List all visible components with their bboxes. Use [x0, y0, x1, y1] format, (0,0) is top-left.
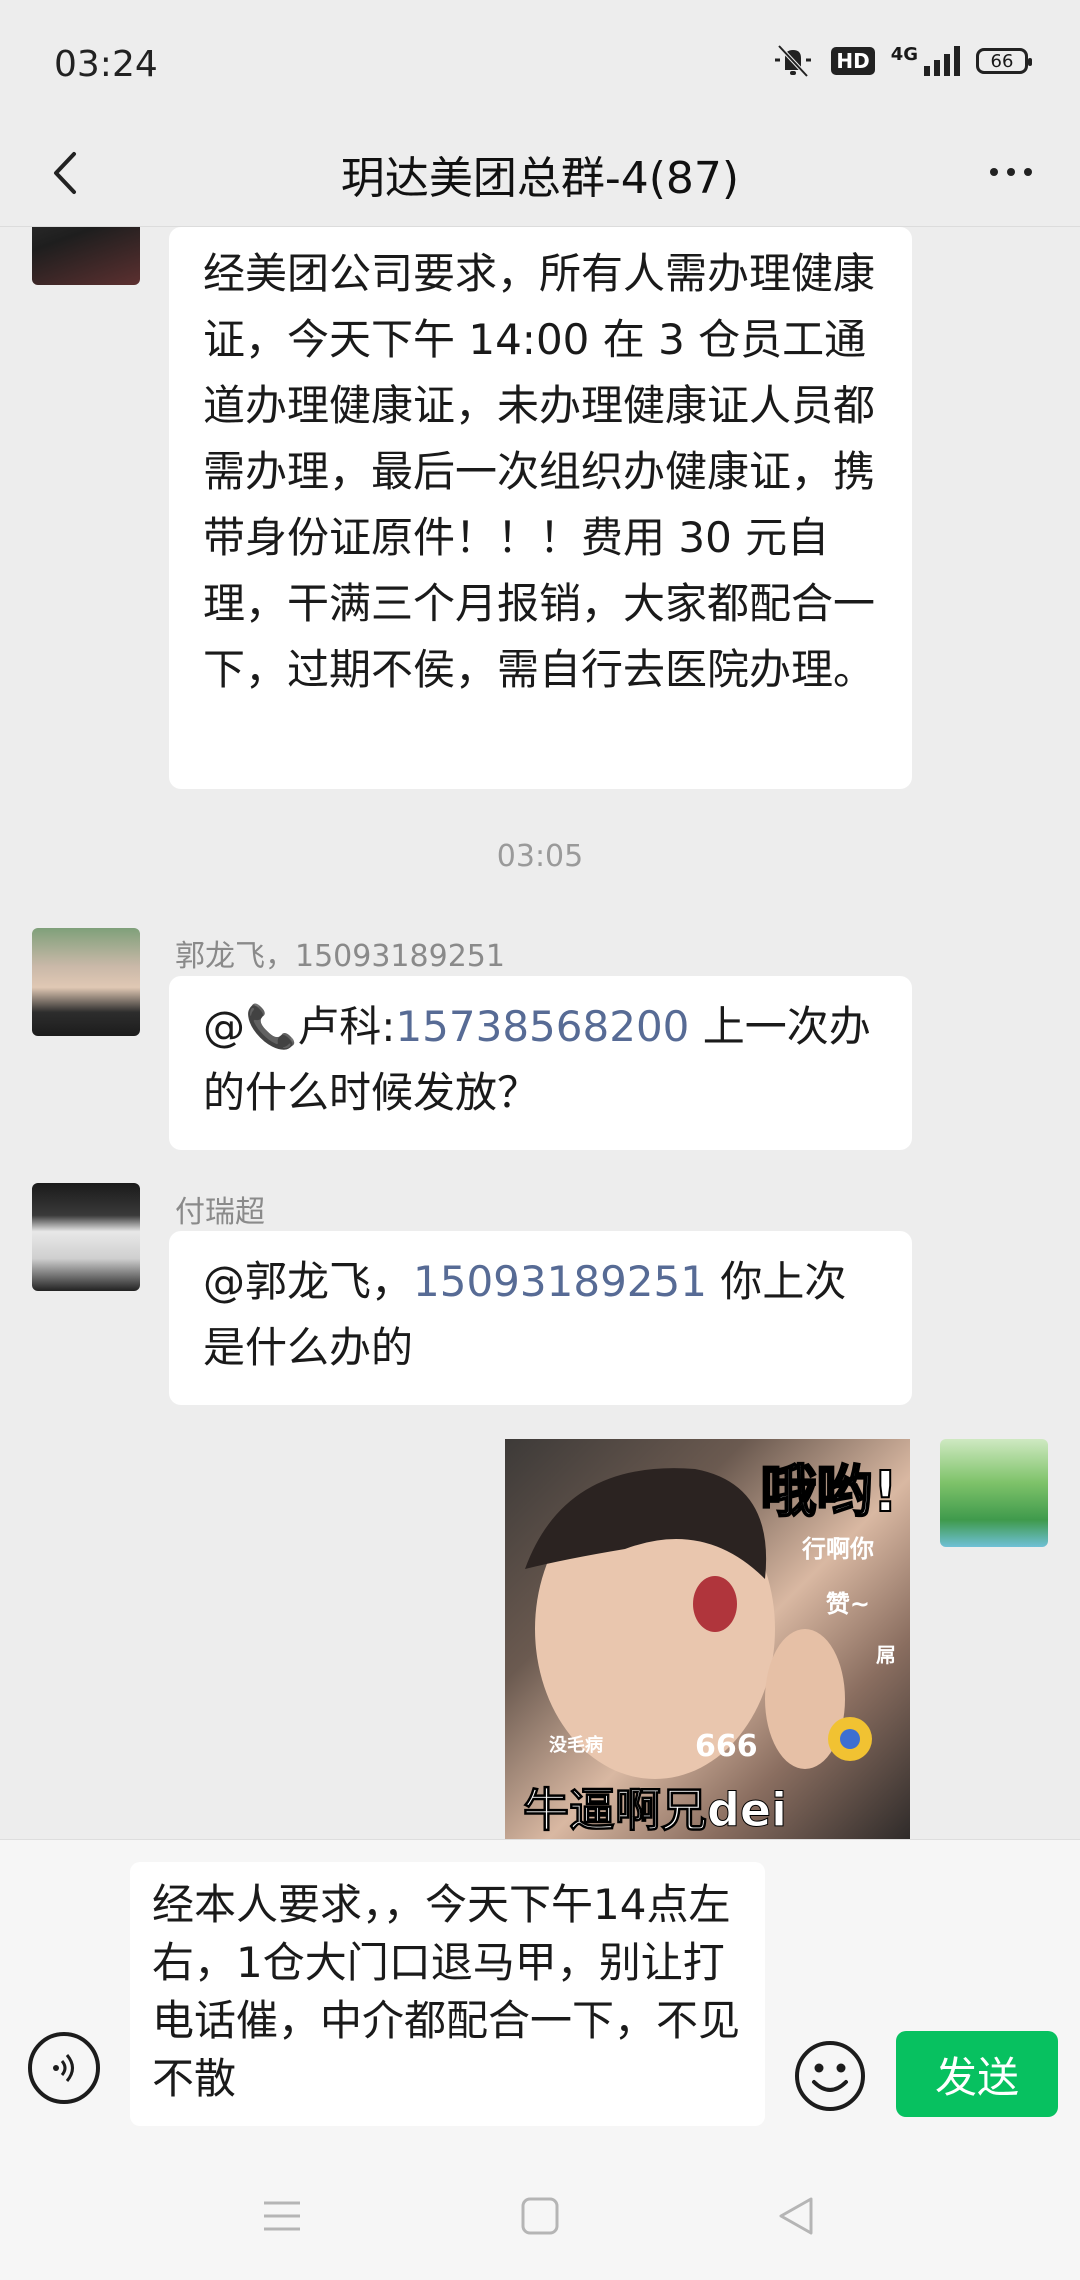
status-bar: 03:24 HD 4G 66 [0, 0, 1080, 130]
sticker-image[interactable]: 哦哟! 行啊你 赞~ 屌 没毛病 666 牛逼啊兄dei [505, 1439, 910, 1839]
message-bubble[interactable]: 经美团公司要求，所有人需办理健康证，今天下午 14:00 在 3 仓员工通道办理… [169, 227, 912, 789]
title-bar: 玥达美团总群-4(87) [0, 120, 1080, 227]
hd-icon: HD [831, 47, 875, 75]
nav-back-button[interactable] [766, 2186, 826, 2246]
sender-name: 付瑞超 [175, 1195, 265, 1230]
timestamp: 03:05 [496, 839, 584, 874]
back-triangle-icon [779, 2197, 813, 2235]
avatar[interactable] [32, 1183, 140, 1291]
sticker-line1: 行啊你 [802, 1535, 874, 1563]
input-bar: 经本人要求，，今天下午14点左右，1仓大门口退马甲，别让打电话催，中介都配合一下… [0, 1839, 1080, 2146]
battery-icon: 66 [976, 48, 1032, 74]
sticker-line3: 屌 [876, 1643, 896, 1667]
emoji-button[interactable] [794, 2040, 866, 2112]
mute-bell-icon [775, 44, 812, 78]
voice-icon [53, 2054, 74, 2082]
self-avatar[interactable] [940, 1439, 1048, 1547]
signal-icon [924, 46, 960, 76]
sticker-caption: 牛逼啊兄dei [523, 1783, 788, 1838]
sender-name: 郭龙飞，15093189251 [175, 939, 505, 974]
chat-title: 玥达美团总群-4(87) [340, 153, 740, 204]
message-input[interactable]: 经本人要求，，今天下午14点左右，1仓大门口退马甲，别让打电话催，中介都配合一下… [130, 1862, 765, 2126]
sticker-number: 666 [695, 1729, 758, 1764]
emoji-icon [795, 2041, 865, 2111]
phone-link[interactable]: 15093189251 [413, 1257, 707, 1306]
more-dot [1024, 168, 1032, 176]
network-type: 4G [890, 44, 918, 65]
menu-icon [264, 2201, 300, 2231]
navigation-bar [0, 2146, 1080, 2280]
status-icons: HD 4G 66 [771, 44, 1032, 78]
message-text: 经美团公司要求，所有人需办理健康证，今天下午 14:00 在 3 仓员工通道办理… [203, 249, 876, 694]
more-dot [1007, 168, 1015, 176]
phone-link[interactable]: 15738568200 [395, 1002, 689, 1051]
avatar[interactable] [32, 928, 140, 1036]
sticker-line2: 赞~ [825, 1590, 870, 1618]
mention-prefix: @郭龙飞， [203, 1257, 414, 1306]
home-square-icon [521, 2197, 559, 2235]
nav-menu-button[interactable] [252, 2186, 312, 2246]
chat-list[interactable]: 经美团公司要求，所有人需办理健康证，今天下午 14:00 在 3 仓员工通道办理… [0, 227, 1080, 1839]
more-button[interactable] [976, 142, 1046, 202]
sticker-small: 没毛病 [549, 1735, 603, 1756]
status-time: 03:24 [54, 44, 158, 85]
sticker-title: 哦哟! [759, 1459, 899, 1526]
voice-button[interactable] [28, 2032, 100, 2104]
battery-level: 66 [990, 50, 1014, 72]
message-bubble[interactable]: @📞卢科:15738568200 上一次办的什么时候发放？ [169, 976, 912, 1150]
message-bubble[interactable]: @郭龙飞，15093189251 你上次是什么办的 [169, 1231, 912, 1405]
avatar[interactable] [32, 227, 140, 285]
mention-prefix: @📞卢科: [203, 1002, 396, 1051]
more-dots-icon [990, 168, 998, 176]
nav-home-button[interactable] [510, 2186, 570, 2246]
send-button[interactable]: 发送 [896, 2031, 1058, 2117]
